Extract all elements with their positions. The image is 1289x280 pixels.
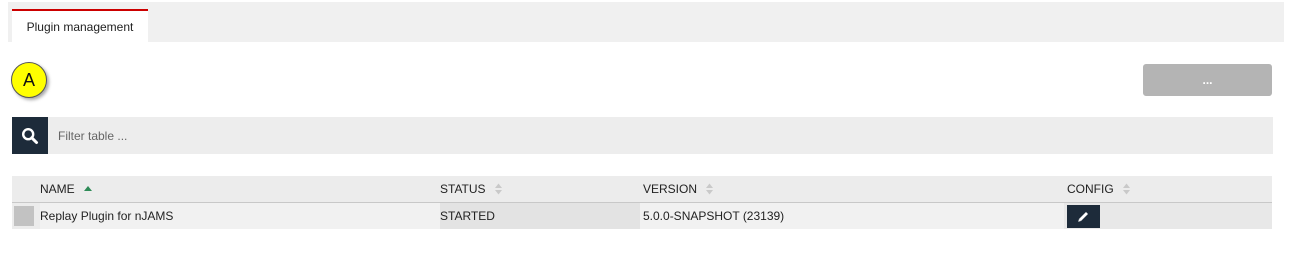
filter-bar	[12, 117, 1273, 154]
sort-neutral-icon	[494, 183, 503, 195]
table-header: NAME STATUS VERSION CONFIG	[12, 176, 1272, 203]
column-header-label: VERSION	[643, 182, 698, 196]
search-icon	[21, 127, 38, 144]
column-header-version[interactable]: VERSION	[643, 176, 714, 202]
annotation-marker: A	[11, 62, 47, 98]
cell-name: Replay Plugin for nJAMS	[40, 203, 440, 229]
more-actions-button[interactable]: ...	[1143, 64, 1272, 96]
sort-ascending-icon	[83, 185, 93, 193]
annotation-marker-label: A	[22, 69, 35, 90]
cell-status-text: STARTED	[440, 209, 495, 223]
table-row[interactable]: Replay Plugin for nJAMS STARTED 5.0.0-SN…	[12, 203, 1272, 229]
column-header-label: NAME	[40, 182, 75, 196]
pencil-icon	[1078, 212, 1088, 222]
search-button[interactable]	[12, 117, 48, 154]
more-actions-label: ...	[1202, 73, 1213, 87]
sort-neutral-icon	[705, 183, 714, 195]
row-select-checkbox[interactable]	[14, 206, 34, 226]
column-header-name[interactable]: NAME	[40, 176, 93, 202]
sort-neutral-icon	[1122, 183, 1131, 195]
cell-version-text: 5.0.0-SNAPSHOT (23139)	[643, 209, 785, 223]
cell-status: STARTED	[440, 203, 640, 229]
tab-plugin-management[interactable]: Plugin management	[12, 9, 148, 42]
edit-config-button[interactable]	[1067, 205, 1100, 228]
cell-name-text: Replay Plugin for nJAMS	[40, 209, 174, 223]
tab-bar: Plugin management	[8, 2, 1284, 42]
column-header-label: CONFIG	[1067, 182, 1114, 196]
plugin-table: NAME STATUS VERSION CONFIG Replay Plugin…	[12, 176, 1272, 229]
tab-label: Plugin management	[26, 19, 134, 34]
cell-version: 5.0.0-SNAPSHOT (23139)	[640, 203, 1064, 229]
filter-table-input[interactable]	[58, 117, 1258, 154]
column-header-config[interactable]: CONFIG	[1067, 176, 1131, 202]
column-header-status[interactable]: STATUS	[440, 176, 503, 202]
column-header-label: STATUS	[440, 182, 486, 196]
